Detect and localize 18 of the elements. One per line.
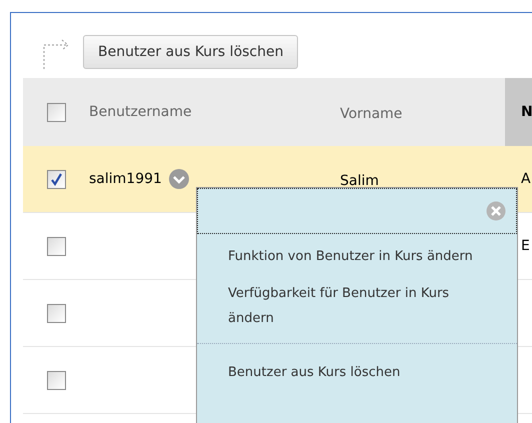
chevron-icon[interactable] bbox=[168, 168, 190, 190]
table-cell: salim1991 bbox=[89, 171, 162, 187]
checkbox[interactable] bbox=[46, 304, 66, 322]
close-icon[interactable] bbox=[486, 201, 506, 221]
menu-item[interactable]: Funktion von Benutzer in Kurs ändern bbox=[228, 244, 473, 269]
checkbox[interactable] bbox=[46, 370, 66, 390]
checkbox[interactable] bbox=[46, 102, 66, 122]
checkbox[interactable] bbox=[46, 170, 66, 188]
column-header[interactable]: Benutzername bbox=[89, 104, 192, 120]
table-cell: E bbox=[521, 238, 530, 254]
column-header[interactable]: Vorname bbox=[340, 106, 402, 122]
checkbox[interactable] bbox=[46, 236, 66, 256]
table-cell: A bbox=[521, 171, 531, 187]
table-cell: Salim bbox=[340, 172, 379, 188]
delete-button[interactable]: Benutzer aus Kurs löschen bbox=[83, 35, 298, 69]
menu-item[interactable]: Verfügbarkeit für Benutzer in Kurs ändern bbox=[228, 281, 497, 331]
column-header[interactable]: N bbox=[521, 104, 532, 120]
menu-item[interactable]: Benutzer aus Kurs löschen bbox=[228, 360, 400, 385]
